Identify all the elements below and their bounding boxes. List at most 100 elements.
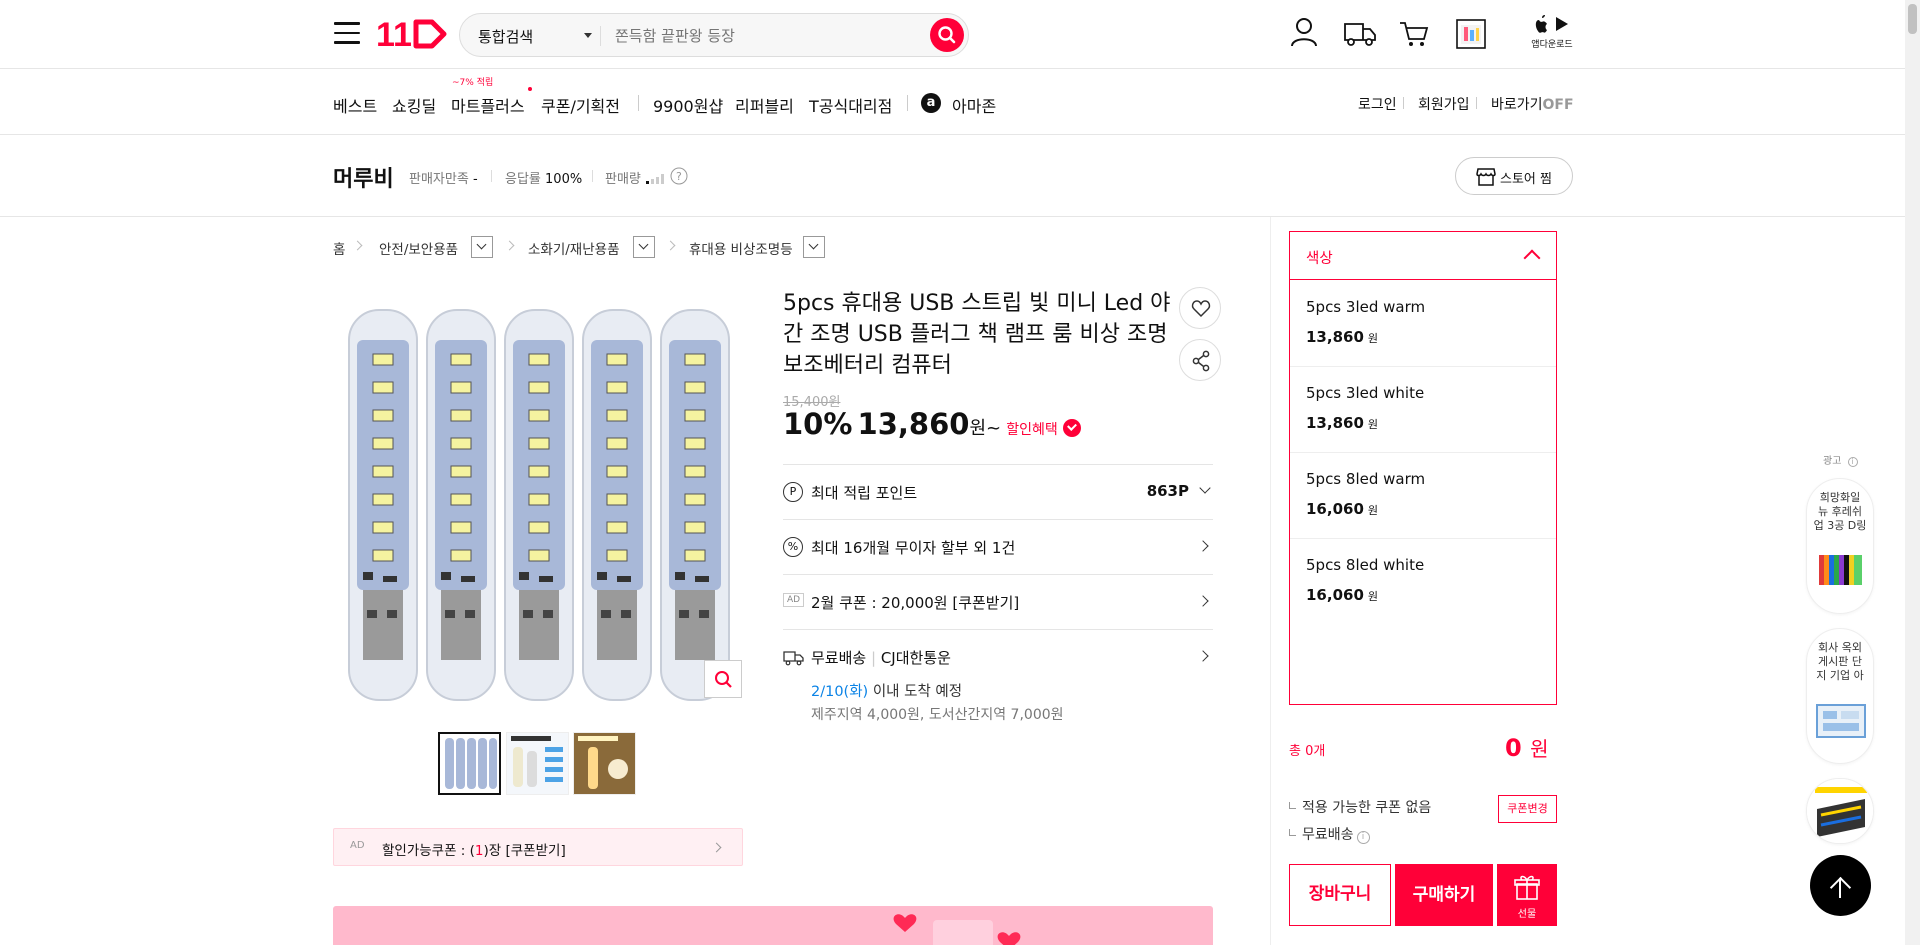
ad-tag: AD [783,593,805,607]
nav-separator [907,95,908,111]
breadcrumb-emergency-light[interactable]: 휴대용 비상조명등 [689,238,793,258]
gift-button[interactable]: 선물 [1497,864,1557,926]
chevron-down-icon [1199,482,1211,494]
search-button[interactable] [930,18,964,52]
side-ad-card[interactable]: 희망화일 뉴 후레쉬 업 3공 D링 [1806,478,1874,614]
thumbnail-image [574,733,635,794]
buy-now-button[interactable]: 구매하기 [1395,864,1493,926]
search-input[interactable] [615,25,915,47]
seller-bar: 머루비 판매자만족 - 응답률 100% 판매량 ? 스토어 찜 [0,135,1905,217]
total-count: 총 0개 [1289,744,1326,759]
nav-item-mart-plus[interactable]: 마트플러스 [451,93,525,117]
installment-label: 최대 16개월 무이자 할부 외 1건 [811,539,1016,557]
points-value: 863P [1146,482,1189,500]
side-ad-image [1807,779,1873,843]
11st-logo[interactable]: 11 [376,16,448,52]
option-item[interactable]: 5pcs 8led warm 16,060 원 [1290,453,1556,539]
thumbnail-3[interactable] [573,732,636,795]
top-header: 11 통합검색 쫀득함 끝판왕 등장 앱다운로드 [0,0,1905,69]
seller-name[interactable]: 머루비 [333,161,394,193]
chevron-down-circle-icon[interactable] [1062,418,1081,437]
breadcrumb-safety[interactable]: 안전/보안용품 [379,238,458,258]
chevron-right-icon [1197,540,1209,552]
shipping-carrier: CJ대한통운 [880,649,951,667]
magnifier-icon [715,671,732,688]
ad-coupon-banner[interactable]: AD 할인가능쿠폰 : (1)장 [쿠폰받기] [333,828,743,866]
scroll-to-top-button[interactable] [1810,855,1871,916]
scrollbar-thumb[interactable] [1908,4,1917,34]
option-name: 5pcs 8led warm [1306,470,1426,488]
nav-item-amazon[interactable]: 아마존 [952,93,996,117]
shipping-row[interactable]: 무료배송 | CJ대한통운 2/10(화) 이내 도착 예정 제주지역 4,00… [783,630,1213,726]
ad-coupon-prefix: 할인가능쿠폰 : ( [382,843,475,859]
option-price-unit: 원 [1367,504,1379,517]
wishlist-button[interactable] [1179,287,1221,329]
free-shipping-note: 무료배송 i [1289,824,1370,844]
nav-item-shocking-deal[interactable]: 쇼킹딜 [392,93,436,117]
discount-rate: 10% [783,407,853,441]
thumbnail-image [507,733,568,794]
option-price: 16,060 원 [1306,500,1378,518]
shipping-free: 무료배송 [811,649,867,667]
price-line: 10% 13,860원~ 할인혜택 [783,407,1081,441]
product-title: 5pcs 휴대용 USB 스트립 빛 미니 Led 야간 조명 USB 플러그 … [783,291,1171,378]
side-ad-card[interactable]: 회사 옥외 게시판 단지 기업 아 [1806,628,1874,764]
option-header[interactable]: 색상 [1290,232,1556,280]
add-to-cart-button[interactable]: 장바구니 [1289,864,1391,926]
product-main-image[interactable] [333,290,743,710]
nav-item-refurbly[interactable]: 리퍼블리 [735,93,794,117]
coupon-change-button[interactable]: 쿠폰변경 [1498,795,1557,823]
gift-label: 선물 [1517,909,1537,920]
scrollbar[interactable] [1905,0,1920,945]
cart-icon[interactable] [1399,20,1429,48]
shipping-label: 무료배송 | CJ대한통운 [811,649,951,667]
coupon-row[interactable]: AD 2월 쿠폰 : 20,000원 [쿠폰받기] [783,575,1213,629]
option-item[interactable]: 5pcs 3led warm 13,860 원 [1290,281,1556,367]
nav-item-t-store[interactable]: T공식대리점 [809,93,892,117]
side-ad-image [1816,704,1866,738]
response-label: 응답률 [505,172,541,187]
zoom-button[interactable] [704,660,742,698]
store-favorite-label: 스토어 찜 [1500,172,1552,187]
search-scope-select[interactable]: 통합검색 [478,26,592,47]
nav-item-coupon[interactable]: 쿠폰/기획전 [541,93,620,117]
option-panel: 색상 5pcs 3led warm 13,860 원 5pcs 3led whit… [1289,231,1557,705]
response-value: 100% [545,172,583,187]
thumbnail-2[interactable] [506,732,569,795]
thumbnail-1[interactable] [438,732,501,795]
breadcrumb-dropdown[interactable] [633,236,655,258]
category-nav: 베스트 쇼킹딜 ~7% 적립 마트플러스 쿠폰/기획전 9900원샵 리퍼블리 … [0,69,1905,135]
search-icon [938,26,956,44]
signup-link[interactable]: 회원가입 [1418,94,1470,114]
help-icon[interactable]: ? [670,167,688,185]
points-label: 최대 적립 포인트 [811,484,918,502]
nav-item-9900[interactable]: 9900원샵 [653,93,723,117]
menu-icon[interactable] [334,22,360,44]
share-button[interactable] [1179,339,1221,381]
option-price-value: 13,860 [1306,328,1364,346]
breadcrumb-dropdown[interactable] [803,236,825,258]
option-price: 16,060 원 [1306,586,1378,604]
login-link[interactable]: 로그인 [1358,94,1397,114]
discount-benefit-link[interactable]: 할인혜택 [1006,422,1058,438]
mart-plus-badge: ~7% 적립 [452,78,494,88]
breadcrumb-disaster[interactable]: 소화기/재난용품 [528,238,620,258]
delivery-truck-icon[interactable] [1343,20,1377,48]
nav-item-best[interactable]: 베스트 [333,93,377,117]
shortcut-toggle[interactable]: 바로가기OFF [1491,94,1574,114]
info-icon[interactable]: i [1847,457,1858,467]
chevron-right-icon [665,240,676,251]
points-row[interactable]: P 최대 적립 포인트 863P [783,465,1213,519]
store-favorite-button[interactable]: 스토어 찜 [1455,157,1573,195]
recent-view-icon[interactable] [1456,16,1486,50]
info-icon[interactable]: i [1356,831,1370,844]
installment-row[interactable]: % 최대 16개월 무이자 할부 외 1건 [783,520,1213,574]
promo-banner[interactable] [333,906,1213,945]
app-download-link[interactable]: 앱다운로드 [1530,14,1574,50]
side-ad-card[interactable] [1806,778,1874,844]
option-item[interactable]: 5pcs 3led white 13,860 원 [1290,367,1556,453]
breadcrumb-dropdown[interactable] [471,236,493,258]
user-icon[interactable] [1290,16,1318,48]
option-item[interactable]: 5pcs 8led white 16,060 원 [1290,539,1556,625]
breadcrumb-home[interactable]: 홈 [333,238,345,258]
